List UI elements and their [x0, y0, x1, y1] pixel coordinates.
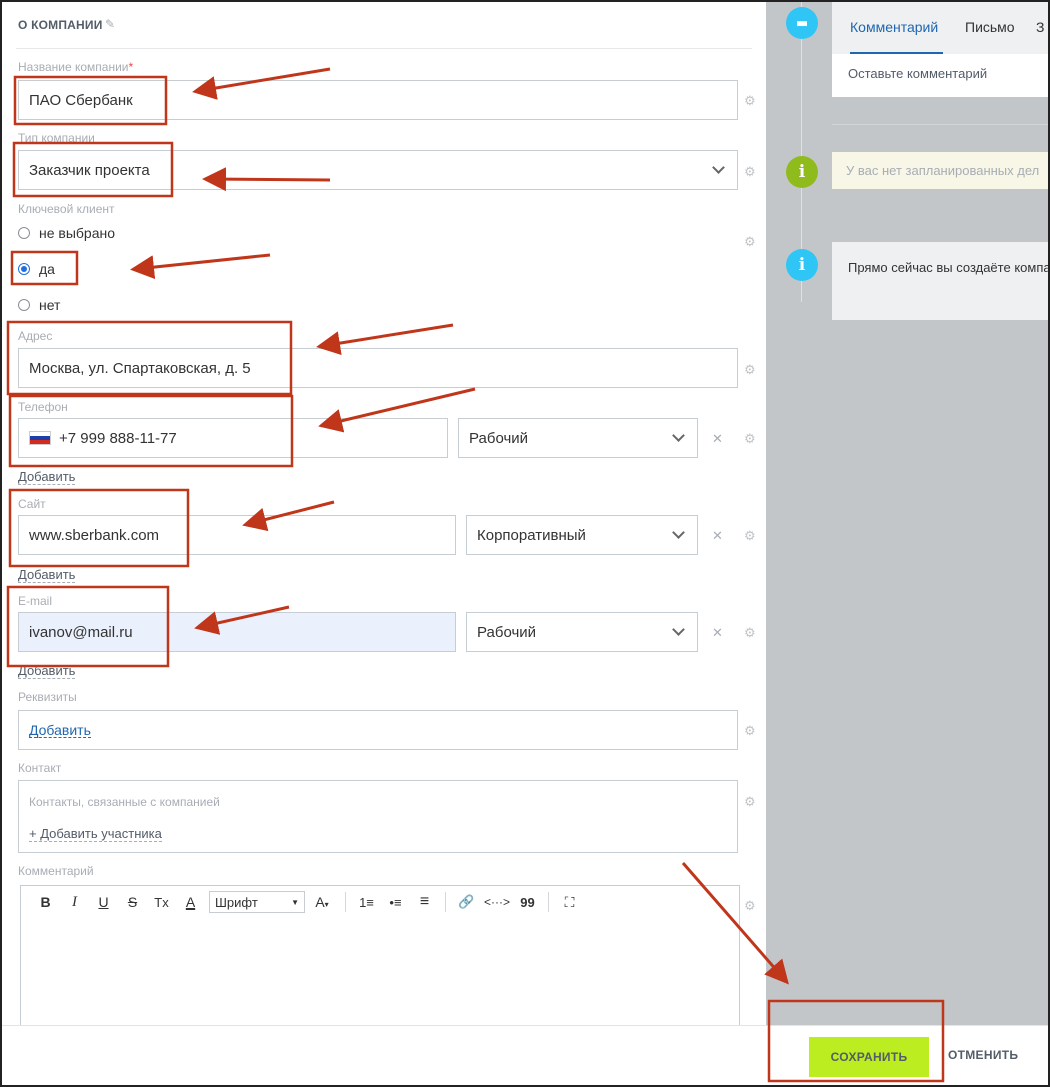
gear-icon[interactable]: ⚙ — [744, 625, 756, 641]
gear-icon[interactable]: ⚙ — [744, 164, 756, 180]
bold-button[interactable]: B — [31, 894, 60, 910]
phone-type-select[interactable]: Рабочий — [458, 418, 698, 458]
gear-icon[interactable]: ⚙ — [744, 723, 756, 739]
requisites-box: Добавить — [18, 710, 738, 750]
chevron-down-icon — [672, 623, 685, 636]
toolbar-divider — [445, 892, 446, 912]
email-label: E-mail — [18, 594, 53, 608]
save-button[interactable]: СОХРАНИТЬ — [809, 1037, 929, 1077]
timeline-tabs-panel: Комментарий Письмо З Оставьте комментари… — [832, 2, 1048, 97]
add-participant-link[interactable]: + Добавить участника — [29, 827, 162, 842]
remove-email-icon[interactable]: ✕ — [712, 625, 723, 641]
strike-button[interactable]: S — [118, 894, 147, 910]
gear-icon[interactable]: ⚙ — [744, 431, 756, 447]
company-name-label: Название компании* — [18, 60, 134, 74]
gear-icon[interactable]: ⚙ — [744, 528, 756, 544]
radio-icon[interactable] — [18, 227, 30, 239]
editor-toolbar: B I U S Tx A Шрифт ▼ A▾ 1≡ •≡ ≡ 🔗 <···> 9… — [20, 885, 740, 919]
info-icon: i — [786, 156, 818, 188]
phone-input[interactable]: +7 999 888-11-77 — [18, 418, 448, 458]
radio-yes[interactable]: да — [18, 261, 55, 277]
phone-label: Телефон — [18, 400, 68, 414]
chevron-down-icon — [712, 161, 725, 174]
remove-phone-icon[interactable]: ✕ — [712, 431, 723, 447]
code-button[interactable]: <···> — [481, 895, 513, 909]
gear-icon[interactable]: ⚙ — [744, 234, 756, 250]
gear-icon[interactable]: ⚙ — [744, 362, 756, 378]
russia-flag-icon[interactable] — [29, 431, 51, 445]
comment-editor[interactable] — [20, 918, 740, 1025]
pencil-icon[interactable]: ✎ — [105, 17, 115, 31]
email-type-select[interactable]: Рабочий — [466, 612, 698, 652]
link-button[interactable]: 🔗 — [452, 894, 481, 910]
comment-input[interactable]: Оставьте комментарий — [832, 54, 1048, 97]
unordered-list-button[interactable]: •≡ — [381, 895, 410, 910]
chat-bubble-icon: ▬ — [786, 7, 818, 39]
contact-placeholder: Контакты, связанные с компанией — [29, 795, 220, 809]
gear-icon[interactable]: ⚙ — [744, 794, 756, 810]
quote-button[interactable]: 99 — [513, 895, 542, 910]
company-type-label: Тип компании — [18, 131, 95, 145]
key-client-label: Ключевой клиент — [18, 202, 115, 216]
site-input[interactable]: www.sberbank.com — [18, 515, 456, 555]
tab-more[interactable]: З — [1036, 19, 1044, 35]
address-input[interactable]: Москва, ул. Спартаковская, д. 5 — [18, 348, 738, 388]
company-type-select[interactable]: Заказчик проекта — [18, 150, 738, 190]
timeline-panel: Комментарий Письмо З Оставьте комментари… — [766, 2, 1048, 1025]
chevron-down-icon — [672, 429, 685, 442]
toolbar-divider — [548, 892, 549, 912]
requisites-label: Реквизиты — [18, 690, 77, 704]
tab-comment[interactable]: Комментарий — [850, 19, 938, 35]
company-form: О КОМПАНИИ ✎ Название компании* ПАО Сбер… — [2, 2, 766, 1025]
cancel-button[interactable]: ОТМЕНИТЬ — [948, 1048, 1018, 1062]
radio-icon[interactable] — [18, 299, 30, 311]
italic-button[interactable]: I — [60, 894, 89, 911]
radio-checked-icon[interactable] — [18, 263, 30, 275]
planned-activities-box: У вас нет запланированных дел — [832, 152, 1048, 189]
gear-icon[interactable]: ⚙ — [744, 898, 756, 914]
contact-box: Контакты, связанные с компанией + Добави… — [18, 780, 738, 853]
form-footer: СОХРАНИТЬ ОТМЕНИТЬ — [2, 1025, 1048, 1085]
company-name-input[interactable]: ПАО Сбербанк — [18, 80, 738, 120]
chevron-down-icon — [672, 526, 685, 539]
gear-icon[interactable]: ⚙ — [744, 93, 756, 109]
underline-button[interactable]: U — [89, 894, 118, 910]
email-input[interactable]: ivanov@mail.ru — [18, 612, 456, 652]
add-site-link[interactable]: Добавить — [18, 568, 76, 583]
toolbar-divider — [345, 892, 346, 912]
comment-label: Комментарий — [18, 864, 94, 878]
add-email-link[interactable]: Добавить — [18, 664, 76, 679]
add-requisites-link[interactable]: Добавить — [29, 723, 91, 738]
fullscreen-button[interactable]: ⛶ — [555, 894, 584, 911]
contact-label: Контакт — [18, 761, 62, 775]
ordered-list-button[interactable]: 1≡ — [352, 895, 381, 910]
creation-info-box: Прямо сейчас вы создаёте компанию — [832, 242, 1048, 320]
add-phone-link[interactable]: Добавить — [18, 470, 76, 485]
info-icon: i — [786, 249, 818, 281]
font-select[interactable]: Шрифт ▼ — [209, 891, 305, 913]
remove-site-icon[interactable]: ✕ — [712, 528, 723, 544]
align-button[interactable]: ≡ — [410, 893, 439, 911]
radio-no[interactable]: нет — [18, 297, 60, 313]
tab-letter[interactable]: Письмо — [965, 19, 1015, 35]
clear-format-button[interactable]: Tx — [147, 895, 176, 910]
timeline-divider — [832, 124, 1048, 125]
address-label: Адрес — [18, 329, 53, 343]
section-divider — [16, 48, 752, 49]
text-color-button[interactable]: A — [176, 894, 205, 910]
site-type-select[interactable]: Корпоративный — [466, 515, 698, 555]
font-size-button[interactable]: A▾ — [305, 894, 339, 910]
section-title: О КОМПАНИИ — [18, 18, 103, 32]
site-label: Сайт — [18, 497, 46, 511]
radio-not-selected[interactable]: не выбрано — [18, 225, 115, 241]
